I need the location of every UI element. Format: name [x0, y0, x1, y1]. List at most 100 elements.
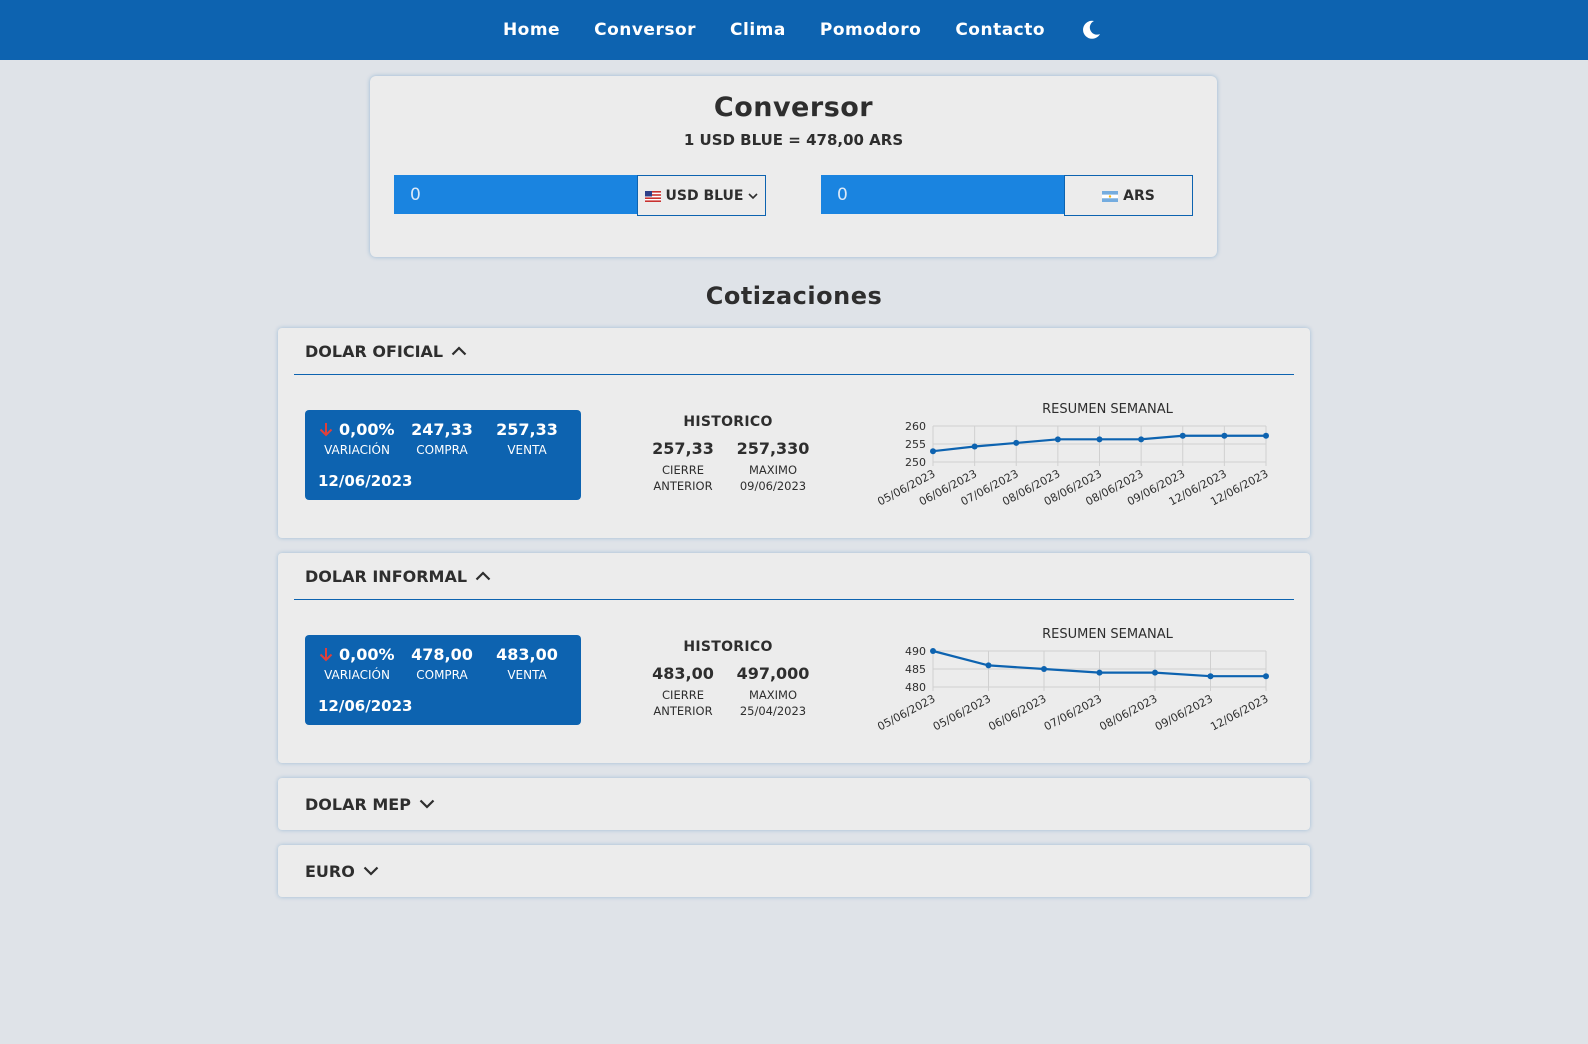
data-point [985, 662, 992, 669]
buy-value: 478,00 [411, 645, 473, 664]
accordion-dolar-informal: DOLAR INFORMAL 0,00% VARIACIÓN 478,00 CO… [278, 553, 1310, 763]
moon-icon[interactable] [1080, 19, 1102, 41]
quote-date: 12/06/2023 [318, 472, 413, 490]
data-point [1054, 436, 1061, 443]
historic-title: HISTORICO [683, 639, 773, 655]
data-point [1179, 432, 1186, 439]
prev-close-value: 483,00 [652, 664, 714, 683]
max-date: 25/04/2023 [739, 704, 807, 718]
max-value: 257,330 [736, 439, 810, 458]
chevron-up-icon [475, 571, 491, 581]
y-tick-label: 255 [905, 438, 926, 451]
quote-box: 0,00% VARIACIÓN 247,33 COMPRA 257,33 VEN… [305, 410, 581, 500]
variation-value: 0,00% [339, 420, 395, 439]
x-tick-label: 09/06/2023 [1153, 692, 1215, 733]
data-point [1013, 439, 1020, 446]
max-label: MAXIMO [748, 688, 798, 702]
to-amount-input[interactable] [821, 175, 1064, 214]
accordion-euro: EURO [278, 845, 1310, 897]
x-tick-label: 12/06/2023 [1208, 692, 1270, 733]
x-tick-label: 06/06/2023 [986, 692, 1048, 733]
data-point [1041, 666, 1047, 672]
chevron-down-icon [419, 799, 435, 809]
sell-value: 257,33 [496, 420, 558, 439]
x-tick-label: 08/06/2023 [1097, 692, 1159, 733]
nav-pomodoro[interactable]: Pomodoro [820, 20, 921, 40]
variation-block: 0,00% VARIACIÓN [312, 420, 402, 457]
buy-label: COMPRA [416, 668, 468, 682]
nav-home[interactable]: Home [503, 20, 560, 40]
data-point [1096, 669, 1103, 676]
nav-clima[interactable]: Clima [730, 20, 786, 40]
max-value: 497,000 [736, 664, 810, 683]
sell-block: 257,33 VENTA [482, 420, 572, 457]
variation-label: VARIACIÓN [324, 668, 390, 682]
historic-block: HISTORICO 257,33 CIERRE ANTERIOR 257,330… [638, 414, 818, 494]
argentina-flag-icon [1102, 190, 1119, 202]
quote-date: 12/06/2023 [318, 697, 413, 715]
weekly-chart: RESUMEN SEMANAL 480 485 490 05/06/2023 05/06/… [871, 621, 1291, 756]
arrow-down-icon [320, 423, 333, 437]
y-tick-label: 260 [905, 420, 926, 433]
nav-contacto[interactable]: Contacto [955, 20, 1045, 40]
data-point [1138, 436, 1145, 443]
sell-value: 483,00 [496, 645, 558, 664]
data-point [1263, 673, 1269, 680]
prev-close-label: CIERRE ANTERIOR [653, 463, 713, 493]
chart-title: RESUMEN SEMANAL [1042, 627, 1173, 642]
y-tick-label: 480 [905, 681, 926, 694]
chart-svg: RESUMEN SEMANAL25025526005/06/202306/06/… [875, 402, 1270, 508]
accordion-title: DOLAR INFORMAL [305, 566, 468, 586]
accordion-dolar-oficial: DOLAR OFICIAL 0,00% VARIACIÓN 247,33 COM… [278, 328, 1310, 538]
chevron-down-icon [748, 188, 759, 204]
chart-svg: RESUMEN SEMANAL 480 485 490 05/06/202305/06/… [875, 627, 1270, 733]
data-point [1263, 432, 1269, 439]
sell-block: 483,00 VENTA [482, 645, 572, 682]
converter-card: Conversor 1 USD BLUE = 478,00 ARS USD BL… [370, 76, 1217, 257]
x-tick-label: 07/06/2023 [1042, 692, 1104, 733]
max-date: 09/06/2023 [739, 479, 807, 493]
variation-value: 0,00% [339, 645, 395, 664]
section-title: Cotizaciones [705, 282, 883, 310]
historic-title: HISTORICO [683, 414, 773, 430]
data-point [1207, 673, 1214, 680]
accordion-title: EURO [305, 861, 355, 881]
sell-label: VENTA [507, 668, 547, 682]
nav-conversor[interactable]: Conversor [594, 20, 696, 40]
from-currency-label: USD BLUE [665, 187, 744, 204]
sell-label: VENTA [507, 443, 547, 457]
buy-block: 247,33 COMPRA [397, 420, 487, 457]
buy-value: 247,33 [411, 420, 473, 439]
data-point [1096, 436, 1103, 443]
accordion-header-euro[interactable]: EURO [294, 845, 1294, 897]
arrow-down-icon [320, 648, 333, 662]
converter-to-row: ARS [821, 175, 1193, 216]
chevron-down-icon [363, 866, 379, 876]
us-flag-icon [644, 190, 661, 202]
x-tick-label: 05/06/2023 [931, 692, 993, 733]
accordion-title: DOLAR OFICIAL [305, 341, 444, 361]
from-amount-input[interactable] [394, 175, 637, 214]
chart-title: RESUMEN SEMANAL [1042, 402, 1173, 417]
accordion-header-dolar-mep[interactable]: DOLAR MEP [294, 778, 1294, 830]
data-point [930, 448, 936, 455]
from-currency-select[interactable]: USD BLUE [637, 175, 766, 216]
accordion-title: DOLAR MEP [305, 794, 411, 814]
data-point [1152, 669, 1158, 676]
navbar: Home Conversor Clima Pomodoro Contacto [0, 0, 1588, 60]
weekly-chart: RESUMEN SEMANAL 250 255 260 05/06/2023 06/06/… [871, 396, 1291, 531]
y-tick-label: 485 [905, 663, 926, 676]
y-tick-label: 490 [905, 645, 926, 658]
converter-from-row: USD BLUE [394, 175, 766, 216]
data-point [930, 648, 936, 654]
quote-box: 0,00% VARIACIÓN 478,00 COMPRA 483,00 VEN… [305, 635, 581, 725]
max-label: MAXIMO [748, 463, 798, 477]
variation-block: 0,00% VARIACIÓN [312, 645, 402, 682]
to-currency-select[interactable]: ARS [1064, 175, 1193, 216]
data-point [1221, 432, 1228, 439]
accordion-header-dolar-informal[interactable]: DOLAR INFORMAL [294, 553, 1294, 600]
data-point [971, 443, 978, 450]
to-currency-label: ARS [1123, 187, 1155, 204]
accordion-header-dolar-oficial[interactable]: DOLAR OFICIAL [294, 328, 1294, 375]
buy-label: COMPRA [416, 443, 468, 457]
